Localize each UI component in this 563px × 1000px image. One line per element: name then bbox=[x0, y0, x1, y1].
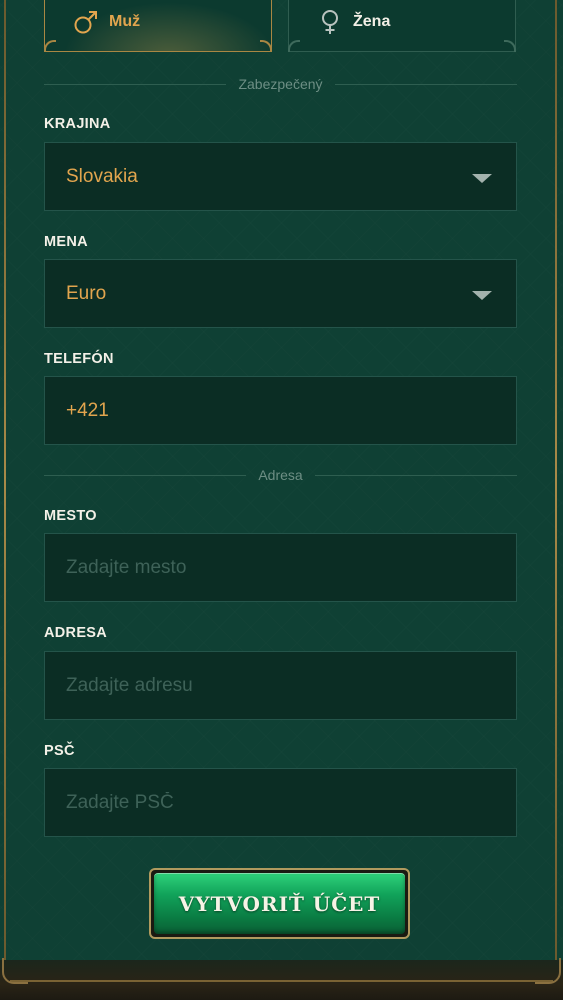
corner-ornament bbox=[260, 40, 272, 52]
city-field-container bbox=[44, 533, 517, 602]
corner-ornament bbox=[504, 40, 516, 52]
panel-border-right bbox=[555, 0, 557, 960]
create-account-button-face: VYTVORIŤ ÚČET bbox=[154, 873, 405, 934]
divider-line bbox=[334, 83, 517, 85]
phone-label: TELEFÓN bbox=[44, 351, 114, 367]
section-divider-secure: Zabezpečený bbox=[44, 74, 517, 94]
phone-input[interactable] bbox=[66, 377, 516, 444]
create-account-button[interactable]: VYTVORIŤ ÚČET bbox=[149, 868, 410, 939]
section-title-secure: Zabezpečený bbox=[238, 76, 323, 92]
country-select[interactable]: Slovakia bbox=[44, 142, 517, 211]
chevron-down-icon bbox=[472, 291, 492, 300]
chevron-down-icon bbox=[472, 174, 492, 183]
country-label: KRAJINA bbox=[44, 116, 111, 132]
corner-ornament bbox=[535, 958, 561, 984]
zip-label: PSČ bbox=[44, 743, 75, 759]
create-account-label: VYTVORIŤ ÚČET bbox=[178, 891, 381, 916]
section-title-address: Adresa bbox=[258, 467, 303, 483]
registration-panel: Muž Žena Zabezpečený KRAJINA Slovakia ME… bbox=[0, 0, 563, 1000]
address-field-container bbox=[44, 651, 517, 720]
gender-male-label: Muž bbox=[109, 13, 141, 30]
city-label: MESTO bbox=[44, 508, 97, 524]
panel-border-left bbox=[4, 0, 6, 960]
phone-field-container bbox=[44, 376, 517, 445]
corner-ornament bbox=[2, 958, 28, 984]
country-value: Slovakia bbox=[66, 165, 138, 187]
gender-male-button[interactable]: Muž bbox=[44, 0, 272, 52]
gender-female-label: Žena bbox=[353, 13, 391, 30]
zip-input[interactable] bbox=[66, 769, 516, 836]
currency-value: Euro bbox=[66, 282, 107, 304]
address-label: ADRESA bbox=[44, 625, 108, 641]
gender-female-button[interactable]: Žena bbox=[288, 0, 516, 52]
panel-bottom-border bbox=[10, 980, 553, 982]
female-symbol-icon bbox=[317, 9, 343, 35]
divider-line bbox=[44, 83, 227, 85]
corner-ornament bbox=[288, 40, 300, 52]
divider-line bbox=[44, 474, 247, 476]
section-divider-address: Adresa bbox=[44, 465, 518, 485]
male-symbol-icon bbox=[73, 9, 99, 35]
currency-label: MENA bbox=[44, 234, 88, 250]
zip-field-container bbox=[44, 768, 517, 837]
address-input[interactable] bbox=[66, 652, 516, 719]
city-input[interactable] bbox=[66, 534, 516, 601]
corner-ornament bbox=[44, 40, 56, 52]
currency-select[interactable]: Euro bbox=[44, 259, 517, 328]
divider-line bbox=[314, 474, 518, 476]
